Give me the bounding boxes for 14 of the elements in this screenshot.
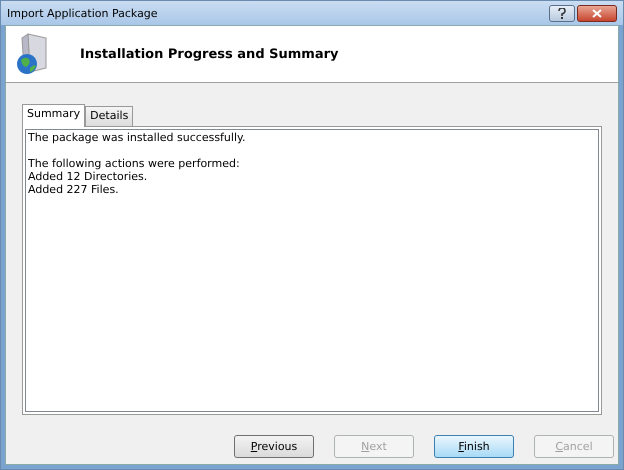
header-title: Installation Progress and Summary bbox=[80, 46, 339, 62]
help-button[interactable] bbox=[549, 4, 575, 22]
summary-line: Added 227 Files. bbox=[28, 183, 120, 196]
summary-line: Added 12 Directories. bbox=[28, 170, 148, 183]
help-icon bbox=[558, 8, 566, 18]
window-title: Import Application Package bbox=[7, 6, 159, 20]
summary-line: The package was installed successfully. bbox=[28, 131, 246, 144]
tab[interactable]: Details bbox=[85, 106, 134, 126]
summary-line: The following actions were performed: bbox=[28, 157, 241, 170]
previous-button[interactable]: Previous bbox=[234, 435, 314, 458]
tab[interactable]: Summary bbox=[22, 104, 86, 127]
close-icon bbox=[592, 8, 602, 18]
close-button[interactable] bbox=[577, 4, 617, 22]
finish-button[interactable]: Finish bbox=[434, 435, 514, 458]
